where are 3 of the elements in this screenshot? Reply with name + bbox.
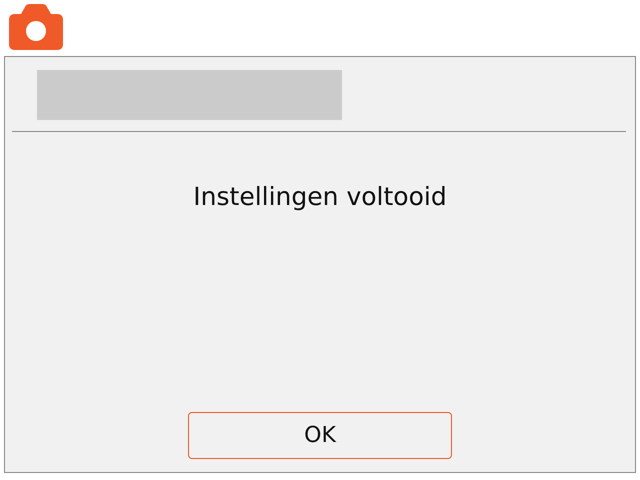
message-text: Instellingen voltooid (193, 182, 447, 211)
camera-icon (9, 4, 63, 50)
ok-button[interactable]: OK (188, 412, 452, 459)
